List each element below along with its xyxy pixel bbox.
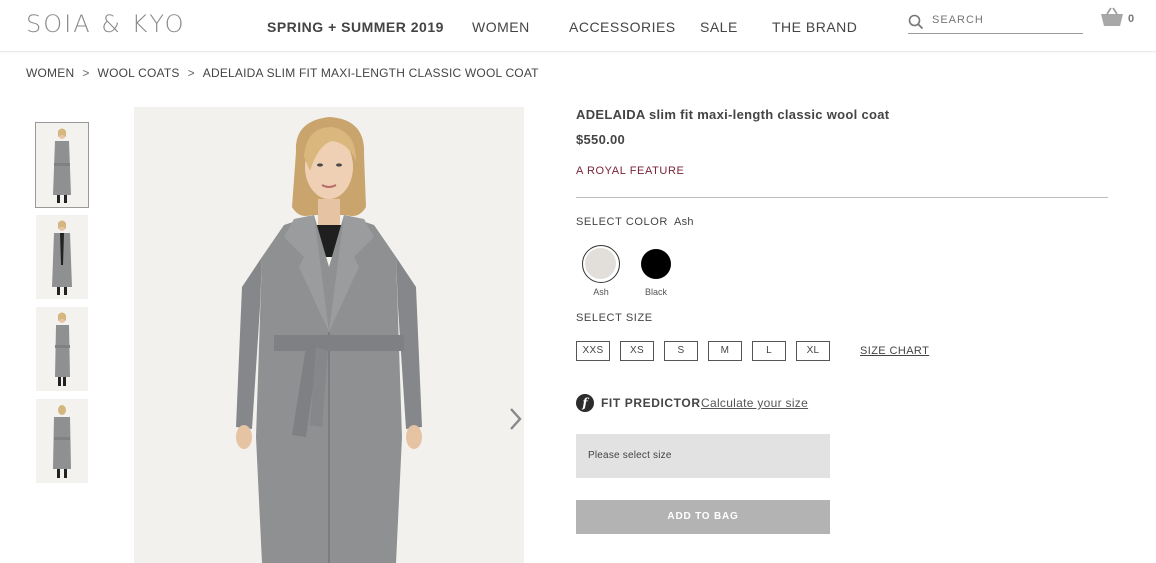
breadcrumb-item-wool-coats[interactable]: WOOL COATS (98, 66, 180, 80)
select-color-label: SELECT COLOR (576, 216, 668, 228)
brand-logo[interactable]: SOIA & KYO (26, 10, 186, 38)
nav-item-spring-summer[interactable]: SPRING + SUMMER 2019 (267, 19, 444, 35)
cart-count: 0 (1128, 13, 1135, 25)
search-box[interactable] (908, 12, 1083, 34)
thumbnail-side[interactable] (36, 307, 88, 391)
color-swatch-black[interactable] (637, 245, 675, 283)
select-color-heading: SELECT COLOR Ash (576, 216, 694, 228)
selected-color-value: Ash (673, 216, 694, 228)
product-feature-label: A ROYAL FEATURE (576, 165, 685, 177)
color-swatch-black-fill (641, 249, 671, 279)
color-swatch-black-label: Black (644, 287, 667, 297)
size-chart-link[interactable]: SIZE CHART (860, 345, 929, 357)
site-header: SOIA & KYO SPRING + SUMMER 2019 WOMEN AC… (0, 0, 1156, 52)
fit-predictor-icon: f (576, 394, 594, 412)
search-input[interactable] (932, 14, 1082, 26)
nav-item-women[interactable]: WOMEN (472, 19, 530, 35)
breadcrumb-separator: > (187, 66, 195, 80)
select-size-heading: SELECT SIZE (576, 312, 653, 324)
breadcrumb-separator: > (82, 66, 90, 80)
fit-predictor-label: FIT PREDICTOR (601, 396, 701, 410)
breadcrumb: WOMEN > WOOL COATS > ADELAIDA SLIM FIT MAXI-… (26, 66, 545, 80)
color-swatch-ash-label: Ash (593, 287, 609, 297)
breadcrumb-item-women[interactable]: WOMEN (26, 66, 74, 80)
product-price: $550.00 (576, 132, 626, 147)
size-option-l[interactable]: L (752, 341, 786, 361)
nav-item-the-brand[interactable]: THE BRAND (772, 19, 857, 35)
color-swatch-ash-fill (585, 248, 616, 279)
breadcrumb-item-current: ADELAIDA SLIM FIT MAXI-LENGTH CLASSIC WO… (202, 66, 539, 80)
thumbnail-back[interactable] (36, 399, 88, 483)
nav-item-accessories[interactable]: ACCESSORIES (569, 19, 676, 35)
search-icon[interactable] (908, 14, 924, 30)
nav-item-sale[interactable]: SALE (700, 19, 738, 35)
size-option-m[interactable]: M (708, 341, 742, 361)
add-to-bag-button[interactable]: ADD TO BAG (576, 500, 830, 534)
product-title: ADELAIDA slim fit maxi-length classic wo… (576, 107, 890, 122)
basket-icon[interactable] (1100, 6, 1124, 28)
calculate-size-link[interactable]: Calculate your size (701, 396, 808, 410)
size-option-s[interactable]: S (664, 341, 698, 361)
product-main-image[interactable] (134, 107, 524, 563)
divider (576, 197, 1108, 198)
thumbnail-front[interactable] (35, 122, 89, 208)
size-select-dropdown[interactable]: Please select size (576, 434, 830, 478)
size-option-xl[interactable]: XL (796, 341, 830, 361)
size-option-xxs[interactable]: XXS (576, 341, 610, 361)
thumbnail-open[interactable] (36, 215, 88, 299)
chevron-right-icon[interactable] (508, 405, 524, 433)
size-option-xs[interactable]: XS (620, 341, 654, 361)
color-swatch-ash[interactable] (582, 245, 620, 283)
